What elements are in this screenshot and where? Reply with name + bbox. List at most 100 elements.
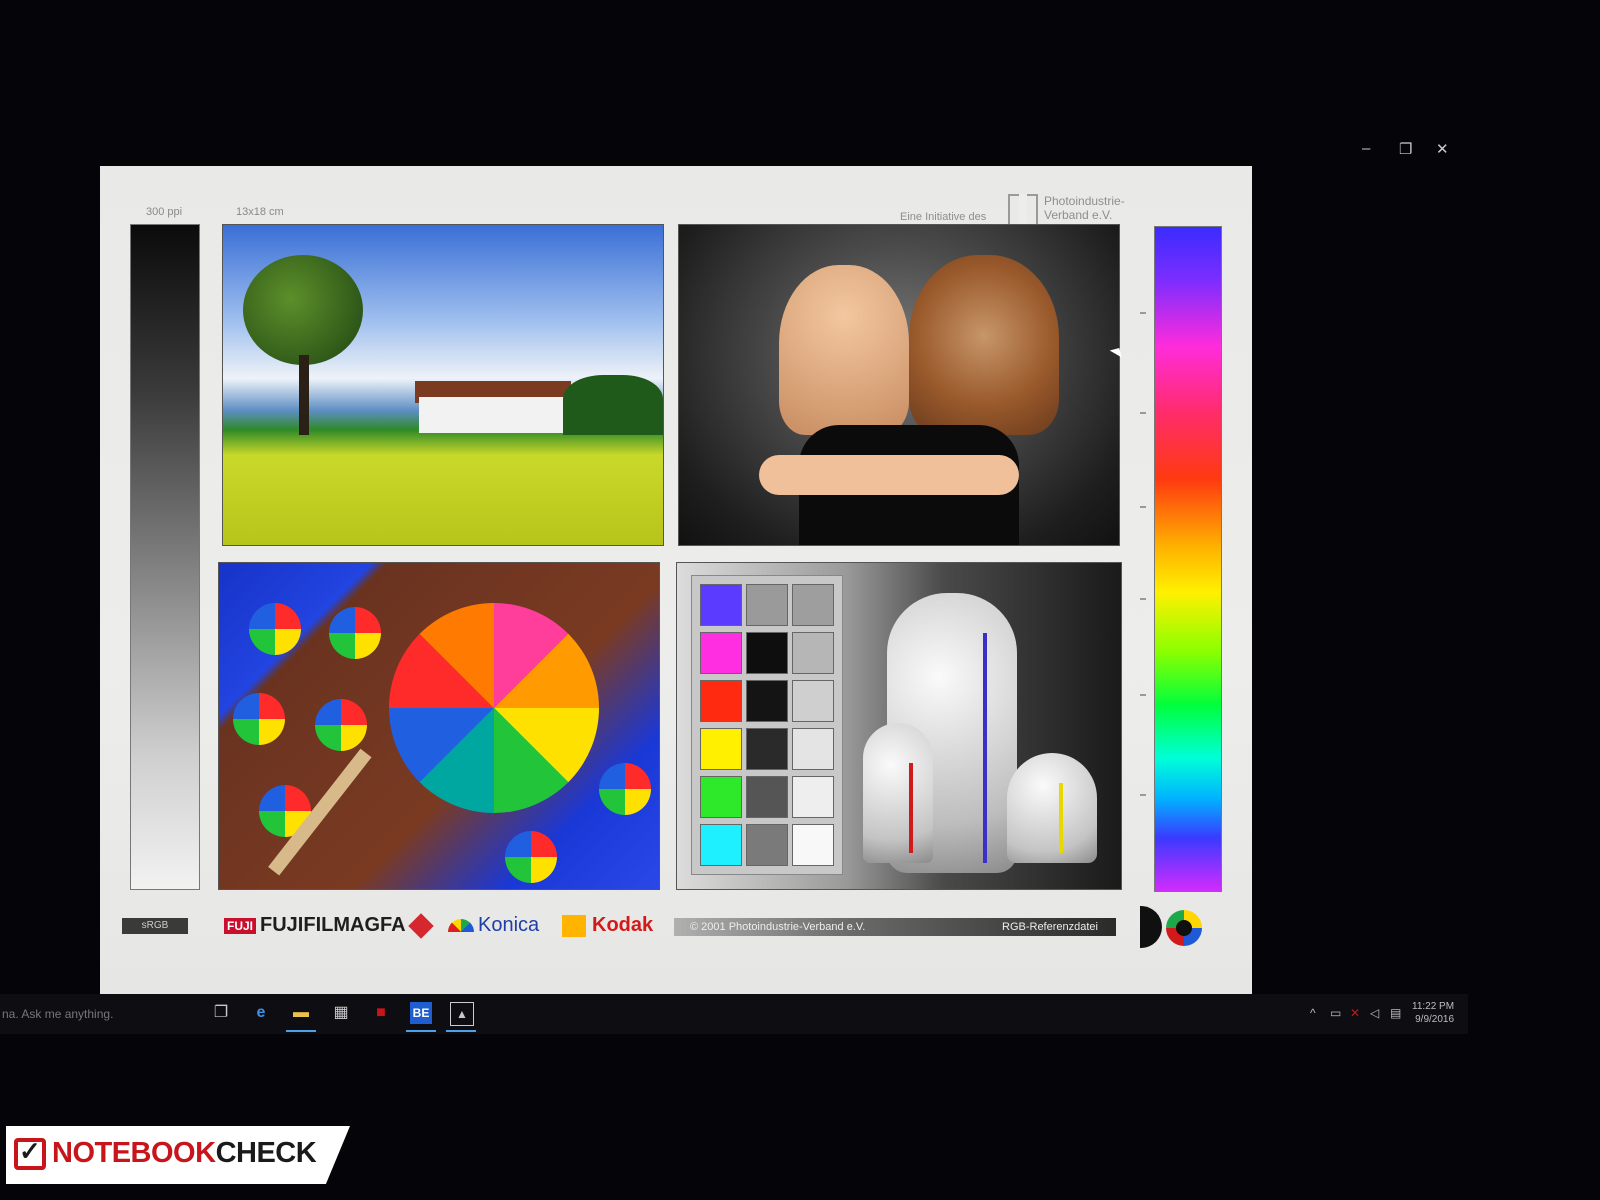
color-patch — [700, 680, 742, 722]
house — [419, 397, 569, 433]
be-app-icon[interactable]: BE — [410, 1002, 432, 1024]
system-clock[interactable]: 11:22 PM 9/9/2016 — [1412, 1000, 1454, 1026]
small-pinwheel — [599, 763, 651, 815]
initiative-label: Eine Initiative des — [900, 211, 987, 223]
person-left — [779, 265, 909, 435]
red-app-icon[interactable]: ■ — [370, 1002, 392, 1024]
kodak-logo: Kodak — [562, 914, 653, 937]
gray-patch — [746, 776, 788, 818]
color-spectrum-bar — [1154, 226, 1222, 892]
spectrum-tick — [1140, 312, 1146, 314]
jug-stripe — [909, 763, 913, 853]
gray-patch — [746, 680, 788, 722]
dq-d-icon — [1140, 906, 1162, 948]
small-pinwheel — [233, 693, 285, 745]
reference-file-label: RGB-Referenzdatei — [1002, 921, 1098, 933]
small-jug — [1007, 753, 1097, 863]
gray-patch — [792, 776, 834, 818]
gray-patch — [792, 824, 834, 866]
taskbar: na. Ask me anything. ❐ e ▬ ▦ ■ BE ▲ ^ ▭ … — [0, 994, 1468, 1034]
tree-line — [563, 375, 663, 435]
clock-date: 9/9/2016 — [1415, 1014, 1455, 1025]
gray-patch — [746, 584, 788, 626]
agfa-logo: AGFA — [350, 912, 434, 939]
arms — [759, 455, 1019, 495]
photos-icon[interactable]: ▲ — [450, 1002, 474, 1026]
color-patch — [700, 824, 742, 866]
color-patch — [700, 728, 742, 770]
agfa-rhombus-icon — [407, 912, 434, 939]
minimize-button[interactable]: – — [1362, 140, 1370, 157]
gray-patch — [792, 680, 834, 722]
close-button[interactable]: ✕ — [1436, 140, 1449, 158]
jug-stripe — [983, 633, 987, 863]
small-pinwheel — [505, 831, 557, 883]
spectrum-tick — [1140, 794, 1146, 796]
spectrum-tick — [1140, 694, 1146, 696]
pinwheel-photo — [218, 562, 660, 890]
color-patch — [700, 584, 742, 626]
tree-crown — [243, 255, 363, 365]
active-indicator — [446, 1030, 476, 1032]
srgb-label: sRGB — [122, 918, 188, 934]
person-right — [909, 255, 1059, 435]
file-explorer-icon[interactable]: ▬ — [290, 1002, 312, 1024]
portrait-photo — [678, 224, 1120, 546]
gray-patch — [746, 632, 788, 674]
pv-logo-icon — [1008, 194, 1038, 226]
gray-patch — [792, 584, 834, 626]
clock-time: 11:22 PM — [1412, 1001, 1455, 1012]
notebookcheck-text: NOTEBOOKCHECK — [52, 1137, 317, 1170]
konica-logo: Konica — [448, 914, 539, 937]
spectrum-tick — [1140, 598, 1146, 600]
task-view-icon[interactable]: ❐ — [210, 1002, 232, 1024]
gray-ramp — [130, 224, 200, 890]
gray-patch — [746, 824, 788, 866]
kodak-text: Kodak — [592, 914, 654, 936]
small-pinwheel — [249, 603, 301, 655]
org-name-line2: Verband e.V. — [1044, 208, 1113, 222]
watermark-part2: CHECK — [215, 1137, 317, 1169]
small-jug — [863, 723, 933, 863]
size-label: 13x18 cm — [236, 206, 284, 218]
gray-patch — [746, 728, 788, 770]
color-patch — [700, 632, 742, 674]
gray-patch — [792, 632, 834, 674]
volume-icon[interactable]: ◁ — [1370, 1006, 1379, 1020]
active-indicator — [286, 1030, 316, 1032]
spectrum-tick — [1140, 506, 1146, 508]
action-center-icon[interactable]: ▤ — [1390, 1006, 1401, 1020]
large-pinwheel — [389, 603, 599, 813]
color-patch — [700, 776, 742, 818]
edge-icon[interactable]: e — [250, 1002, 272, 1024]
agfa-text: AGFA — [350, 914, 406, 936]
reference-image-viewer: 300 ppi 13x18 cm Eine Initiative des Pho… — [100, 166, 1252, 996]
org-name-line1: Photoindustrie- — [1044, 194, 1125, 208]
battery-icon[interactable]: ▭ — [1330, 1006, 1341, 1020]
color-patch-panel — [691, 575, 843, 875]
konica-arc-icon — [448, 919, 474, 933]
network-icon[interactable]: ✕ — [1350, 1006, 1360, 1020]
kodak-box-icon — [562, 914, 586, 937]
konica-text: Konica — [478, 914, 540, 936]
color-patch-still-life — [676, 562, 1122, 890]
gray-patch — [792, 728, 834, 770]
store-icon[interactable]: ▦ — [330, 1002, 352, 1024]
ppi-label: 300 ppi — [146, 206, 183, 218]
notebookcheck-check-icon — [14, 1136, 46, 1170]
landscape-photo — [222, 224, 664, 546]
copyright-bar: © 2001 Photoindustrie-Verband e.V. RGB-R… — [674, 918, 1116, 936]
spectrum-tick — [1140, 412, 1146, 414]
dq-q-icon — [1166, 910, 1202, 946]
active-indicator — [406, 1030, 436, 1032]
tree-trunk — [299, 355, 309, 435]
copyright-text: © 2001 Photoindustrie-Verband e.V. — [690, 921, 866, 933]
fujifilm-text: FUJIFILM — [260, 914, 351, 936]
restore-button[interactable]: ❐ — [1399, 140, 1412, 158]
dq-logo — [1140, 906, 1210, 952]
show-hidden-icons-button[interactable]: ^ — [1310, 1006, 1316, 1020]
watermark-part1: NOTEBOOK — [52, 1137, 216, 1169]
cortana-search-box[interactable]: na. Ask me anything. — [0, 994, 202, 1034]
small-pinwheel — [315, 699, 367, 751]
org-name: Photoindustrie- Verband e.V. — [1044, 194, 1164, 222]
